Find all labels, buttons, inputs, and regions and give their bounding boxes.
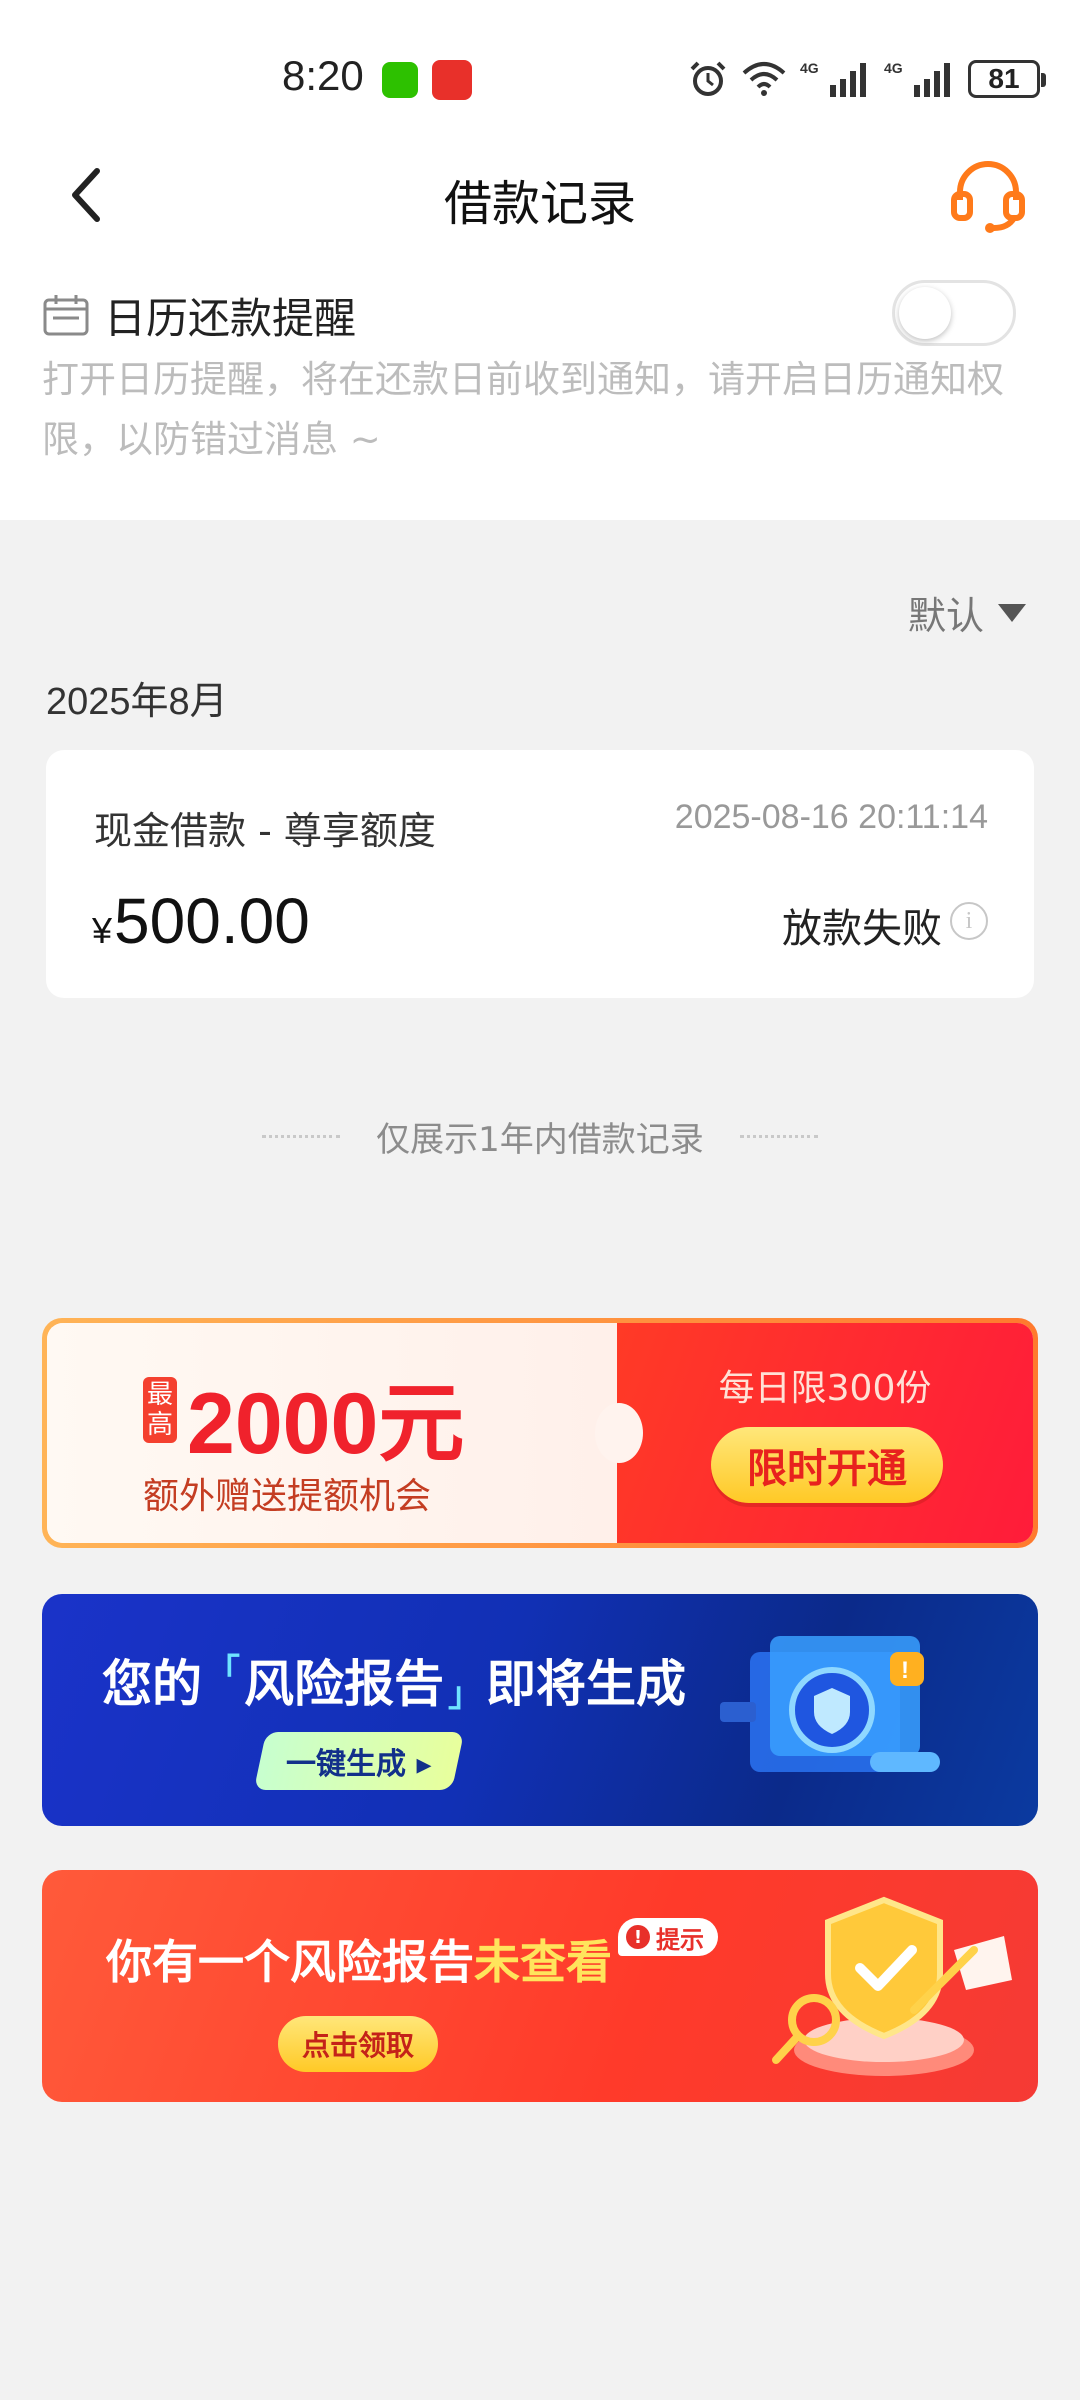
caret-down-icon — [998, 603, 1026, 622]
claim-button[interactable]: 点击领取 — [278, 2016, 438, 2072]
calendar-reminder-toggle[interactable] — [892, 280, 1016, 346]
divider — [262, 1135, 341, 1138]
risk-title-highlight: 风险报告 — [244, 1655, 444, 1713]
risk-report-banner[interactable]: 您的 「 风险报告 」 即将生成 一键生成 ▸ ! — [42, 1594, 1038, 1826]
svg-text:4G: 4G — [884, 60, 903, 76]
ticket-notch — [595, 1403, 643, 1463]
battery-level: 81 — [988, 63, 1020, 94]
generate-report-button[interactable]: 一键生成 ▸ — [253, 1732, 465, 1790]
sort-dropdown[interactable]: 默认 — [908, 585, 1026, 640]
shield-trophy-illustration-icon — [772, 1896, 1012, 2076]
tip-label: 提示 — [656, 1925, 704, 1954]
calendar-reminder-row: 日历还款提醒 — [42, 280, 356, 350]
record-time: 2025-08-16 20:11:14 — [674, 798, 988, 836]
max-tag: 最高 — [143, 1377, 177, 1443]
divider — [739, 1135, 818, 1138]
generate-report-label: 一键生成 ▸ — [286, 1747, 432, 1782]
record-amount: ¥ 500.00 — [92, 884, 310, 958]
record-status: 放款失败 — [782, 906, 942, 952]
wifi-icon — [742, 61, 786, 97]
svg-text:!: ! — [901, 1657, 909, 1684]
unread-title-highlight: 未查看 — [474, 1935, 612, 1989]
risk-report-title: 您的 「 风险报告 」 即将生成 — [102, 1644, 686, 1716]
quota-banner-body: 最高 2000元 额外赠送提额机会 每日限300份 限时开通 — [47, 1323, 1033, 1543]
risk-title-prefix: 您的 — [102, 1655, 202, 1713]
calendar-icon — [43, 295, 89, 336]
toggle-knob — [899, 287, 951, 339]
tip-badge: ! 提示 — [618, 1918, 718, 1956]
currency-symbol: ¥ — [92, 910, 113, 951]
alert-icon: ! — [626, 1925, 650, 1949]
quota-subtitle: 额外赠送提额机会 — [143, 1476, 432, 1517]
unread-title-prefix: 你有一个风险报告 — [106, 1935, 474, 1989]
nav-bar: 借款记录 — [0, 140, 1080, 250]
battery-icon: 81 — [968, 60, 1046, 98]
quota-limit: 每日限300份 — [718, 1368, 932, 1409]
quota-amount: 2000元 — [187, 1376, 465, 1472]
page-title: 借款记录 — [443, 176, 636, 232]
record-product: 现金借款 - 尊享额度 — [94, 809, 436, 853]
unread-report-banner[interactable]: 你有一个风险报告未查看 ! 提示 点击领取 — [42, 1870, 1038, 2102]
amount-value: 500.00 — [114, 885, 310, 957]
quota-promo-banner[interactable]: 最高 2000元 额外赠送提额机会 每日限300份 限时开通 — [42, 1318, 1038, 1548]
app-notification-icon — [432, 60, 472, 100]
headset-icon — [951, 161, 1025, 233]
report-illustration-icon: ! — [720, 1636, 940, 1772]
alarm-icon — [688, 59, 728, 99]
quota-open-button[interactable]: 限时开通 — [711, 1427, 943, 1503]
svg-text:4G: 4G — [800, 60, 819, 76]
status-time: 8:20 — [282, 52, 364, 99]
signal-4g-icon: 4G — [884, 59, 954, 99]
sort-label: 默认 — [907, 594, 984, 638]
customer-service-button[interactable] — [948, 154, 1028, 234]
unread-report-title: 你有一个风险报告未查看 — [106, 1926, 612, 1992]
month-header: 2025年8月 — [46, 681, 228, 723]
calendar-reminder-description: 打开日历提醒，将在还款日前收到通知，请开启日历通知权限，以防错过消息 ~ — [42, 358, 1004, 461]
bracket-close-mark: 」 — [448, 1675, 482, 1715]
status-icons: 4G 4G 81 — [688, 56, 1046, 102]
signal-4g-icon: 4G — [800, 59, 870, 99]
status-bar: 8:20 4G 4G 81 — [0, 0, 1080, 130]
calendar-reminder-label: 日历还款提醒 — [104, 293, 357, 343]
wechat-icon — [382, 62, 418, 98]
bracket-open-mark: 「 — [206, 1652, 240, 1692]
records-footer-note: 仅展示1年内借款记录 — [0, 1112, 1080, 1161]
risk-title-suffix: 即将生成 — [486, 1655, 686, 1713]
loan-record-card[interactable]: 现金借款 - 尊享额度 2025-08-16 20:11:14 ¥ 500.00… — [46, 750, 1034, 998]
info-icon[interactable]: i — [950, 902, 988, 940]
records-footer-text: 仅展示1年内借款记录 — [376, 1120, 704, 1160]
